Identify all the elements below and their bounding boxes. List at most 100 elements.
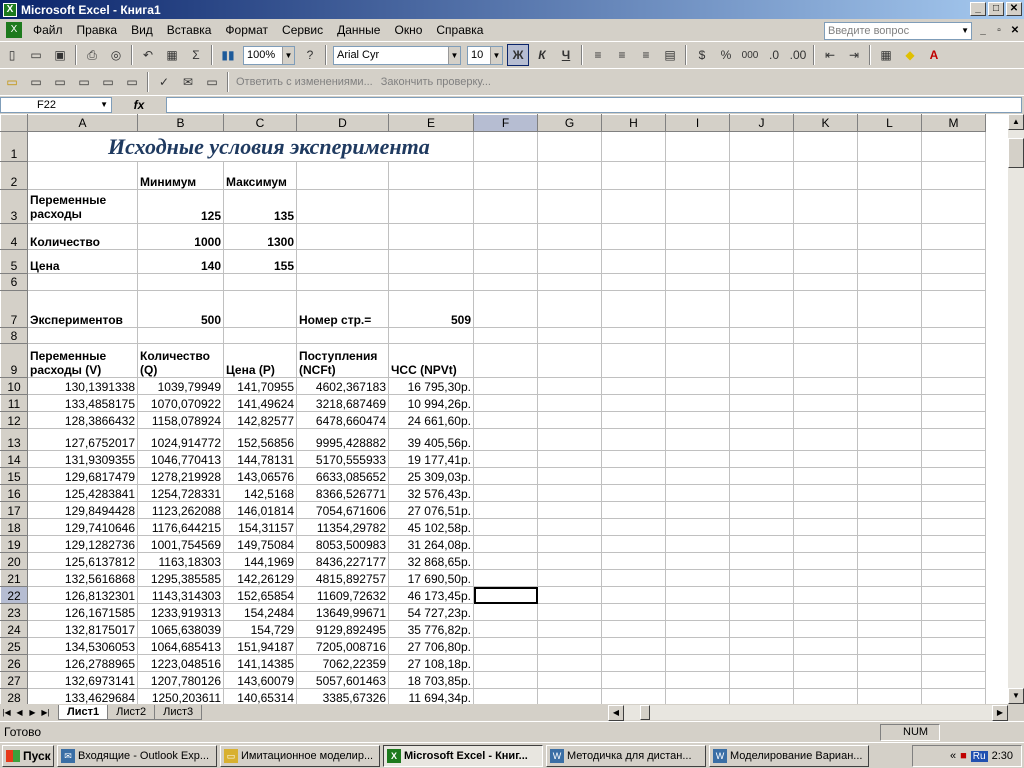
cell[interactable] xyxy=(473,450,538,468)
cell[interactable]: 1000 xyxy=(137,223,224,250)
data-cell[interactable]: 16 795,30р. xyxy=(388,377,474,395)
cell[interactable] xyxy=(729,552,794,570)
cell[interactable] xyxy=(857,161,922,190)
data-cell[interactable]: 125,4283841 xyxy=(27,484,138,502)
cell[interactable] xyxy=(473,671,538,689)
prev-sheet-icon[interactable]: ◀ xyxy=(13,708,26,717)
cell[interactable] xyxy=(388,189,474,224)
cell[interactable] xyxy=(857,586,922,604)
chart-wizard-icon[interactable]: ▮▮ xyxy=(217,44,239,66)
cell[interactable] xyxy=(921,552,986,570)
taskbar-item-word-2[interactable]: W Моделирование Вариан... xyxy=(709,744,869,767)
chevron-down-icon[interactable]: ▼ xyxy=(282,46,294,64)
cell[interactable] xyxy=(473,688,538,704)
data-cell[interactable]: 35 776,82р. xyxy=(388,620,474,638)
cell[interactable] xyxy=(793,450,858,468)
row-header[interactable]: 9 xyxy=(0,343,28,378)
cell[interactable] xyxy=(857,467,922,485)
cell[interactable] xyxy=(473,535,538,553)
cell[interactable] xyxy=(473,249,538,274)
data-cell[interactable]: 9995,428882 xyxy=(296,428,389,451)
cell[interactable]: 125 xyxy=(137,189,224,224)
doc-minimize-button[interactable]: _ xyxy=(976,24,990,38)
row-header[interactable]: 21 xyxy=(0,569,28,587)
cell[interactable] xyxy=(223,327,297,344)
taskbar-item-word-1[interactable]: W Методичка для дистан... xyxy=(546,744,706,767)
chevron-down-icon[interactable]: ▼ xyxy=(448,46,460,64)
start-button[interactable]: Пуск xyxy=(2,744,54,767)
cell[interactable] xyxy=(665,688,730,704)
cell[interactable] xyxy=(921,518,986,536)
cell[interactable] xyxy=(793,428,858,451)
data-cell[interactable]: 129,8494428 xyxy=(27,501,138,519)
cell[interactable]: 509 xyxy=(388,290,474,328)
decrease-decimal-icon[interactable]: .00 xyxy=(787,44,809,66)
cell[interactable] xyxy=(857,411,922,429)
cell[interactable] xyxy=(473,290,538,328)
cell[interactable] xyxy=(857,501,922,519)
cell[interactable] xyxy=(601,273,666,291)
data-cell[interactable]: 154,31157 xyxy=(223,518,297,536)
horizontal-scrollbar[interactable]: ◀ ▶ xyxy=(608,705,1008,721)
cell[interactable] xyxy=(665,223,730,250)
data-cell[interactable]: 6633,085652 xyxy=(296,467,389,485)
data-cell[interactable]: 5057,601463 xyxy=(296,671,389,689)
cell[interactable]: Минимум xyxy=(137,161,224,190)
borders-icon[interactable]: ▦ xyxy=(875,44,897,66)
track-changes-icon[interactable]: ✓ xyxy=(153,71,175,93)
data-cell[interactable]: 1143,314303 xyxy=(137,586,224,604)
cell[interactable] xyxy=(729,411,794,429)
row-header[interactable]: 7 xyxy=(0,290,28,328)
cell[interactable] xyxy=(921,189,986,224)
cell[interactable] xyxy=(296,161,389,190)
data-cell[interactable]: 1223,048516 xyxy=(137,654,224,672)
cell[interactable] xyxy=(473,189,538,224)
data-cell[interactable]: 1295,385585 xyxy=(137,569,224,587)
column-header[interactable]: I xyxy=(665,114,730,132)
data-cell[interactable]: 127,6752017 xyxy=(27,428,138,451)
row-header[interactable]: 11 xyxy=(0,394,28,412)
taskbar-item-outlook[interactable]: ✉ Входящие - Outlook Exp... xyxy=(57,744,217,767)
cell[interactable] xyxy=(665,467,730,485)
cell[interactable] xyxy=(793,654,858,672)
data-cell[interactable]: 128,3866432 xyxy=(27,411,138,429)
cell[interactable] xyxy=(665,450,730,468)
cell[interactable] xyxy=(665,654,730,672)
maximize-button[interactable]: □ xyxy=(988,2,1004,16)
cell[interactable] xyxy=(223,290,297,328)
cell[interactable] xyxy=(665,131,730,162)
data-cell[interactable]: 8436,227177 xyxy=(296,552,389,570)
menu-help[interactable]: Справка xyxy=(429,23,490,37)
row-header[interactable]: 5 xyxy=(0,249,28,274)
insert-table-icon[interactable]: ▦ xyxy=(161,44,183,66)
next-sheet-icon[interactable]: ▶ xyxy=(26,708,39,717)
data-cell[interactable]: 8366,526771 xyxy=(296,484,389,502)
cell[interactable] xyxy=(857,189,922,224)
data-cell[interactable]: 9129,892495 xyxy=(296,620,389,638)
cell[interactable] xyxy=(665,518,730,536)
data-cell[interactable]: 31 264,08р. xyxy=(388,535,474,553)
cell[interactable] xyxy=(473,223,538,250)
new-icon[interactable]: ▯ xyxy=(1,44,23,66)
cell[interactable] xyxy=(473,161,538,190)
cell[interactable] xyxy=(601,343,666,378)
menu-tools[interactable]: Сервис xyxy=(275,23,330,37)
cell[interactable] xyxy=(537,620,602,638)
data-cell[interactable]: 1254,728331 xyxy=(137,484,224,502)
cell[interactable] xyxy=(601,586,666,604)
cell[interactable] xyxy=(921,327,986,344)
horizontal-scroll-thumb[interactable] xyxy=(640,705,650,720)
thousands-button[interactable]: 000 xyxy=(739,44,761,66)
cell[interactable]: 1300 xyxy=(223,223,297,250)
cell[interactable] xyxy=(473,467,538,485)
cell[interactable] xyxy=(793,501,858,519)
workbook-icon[interactable]: X xyxy=(6,22,22,38)
cell[interactable] xyxy=(793,467,858,485)
data-cell[interactable]: 1046,770413 xyxy=(137,450,224,468)
increase-decimal-icon[interactable]: .0 xyxy=(763,44,785,66)
cell[interactable] xyxy=(601,654,666,672)
cell[interactable] xyxy=(665,620,730,638)
cell[interactable] xyxy=(921,131,986,162)
cell[interactable] xyxy=(729,569,794,587)
cell[interactable] xyxy=(729,394,794,412)
